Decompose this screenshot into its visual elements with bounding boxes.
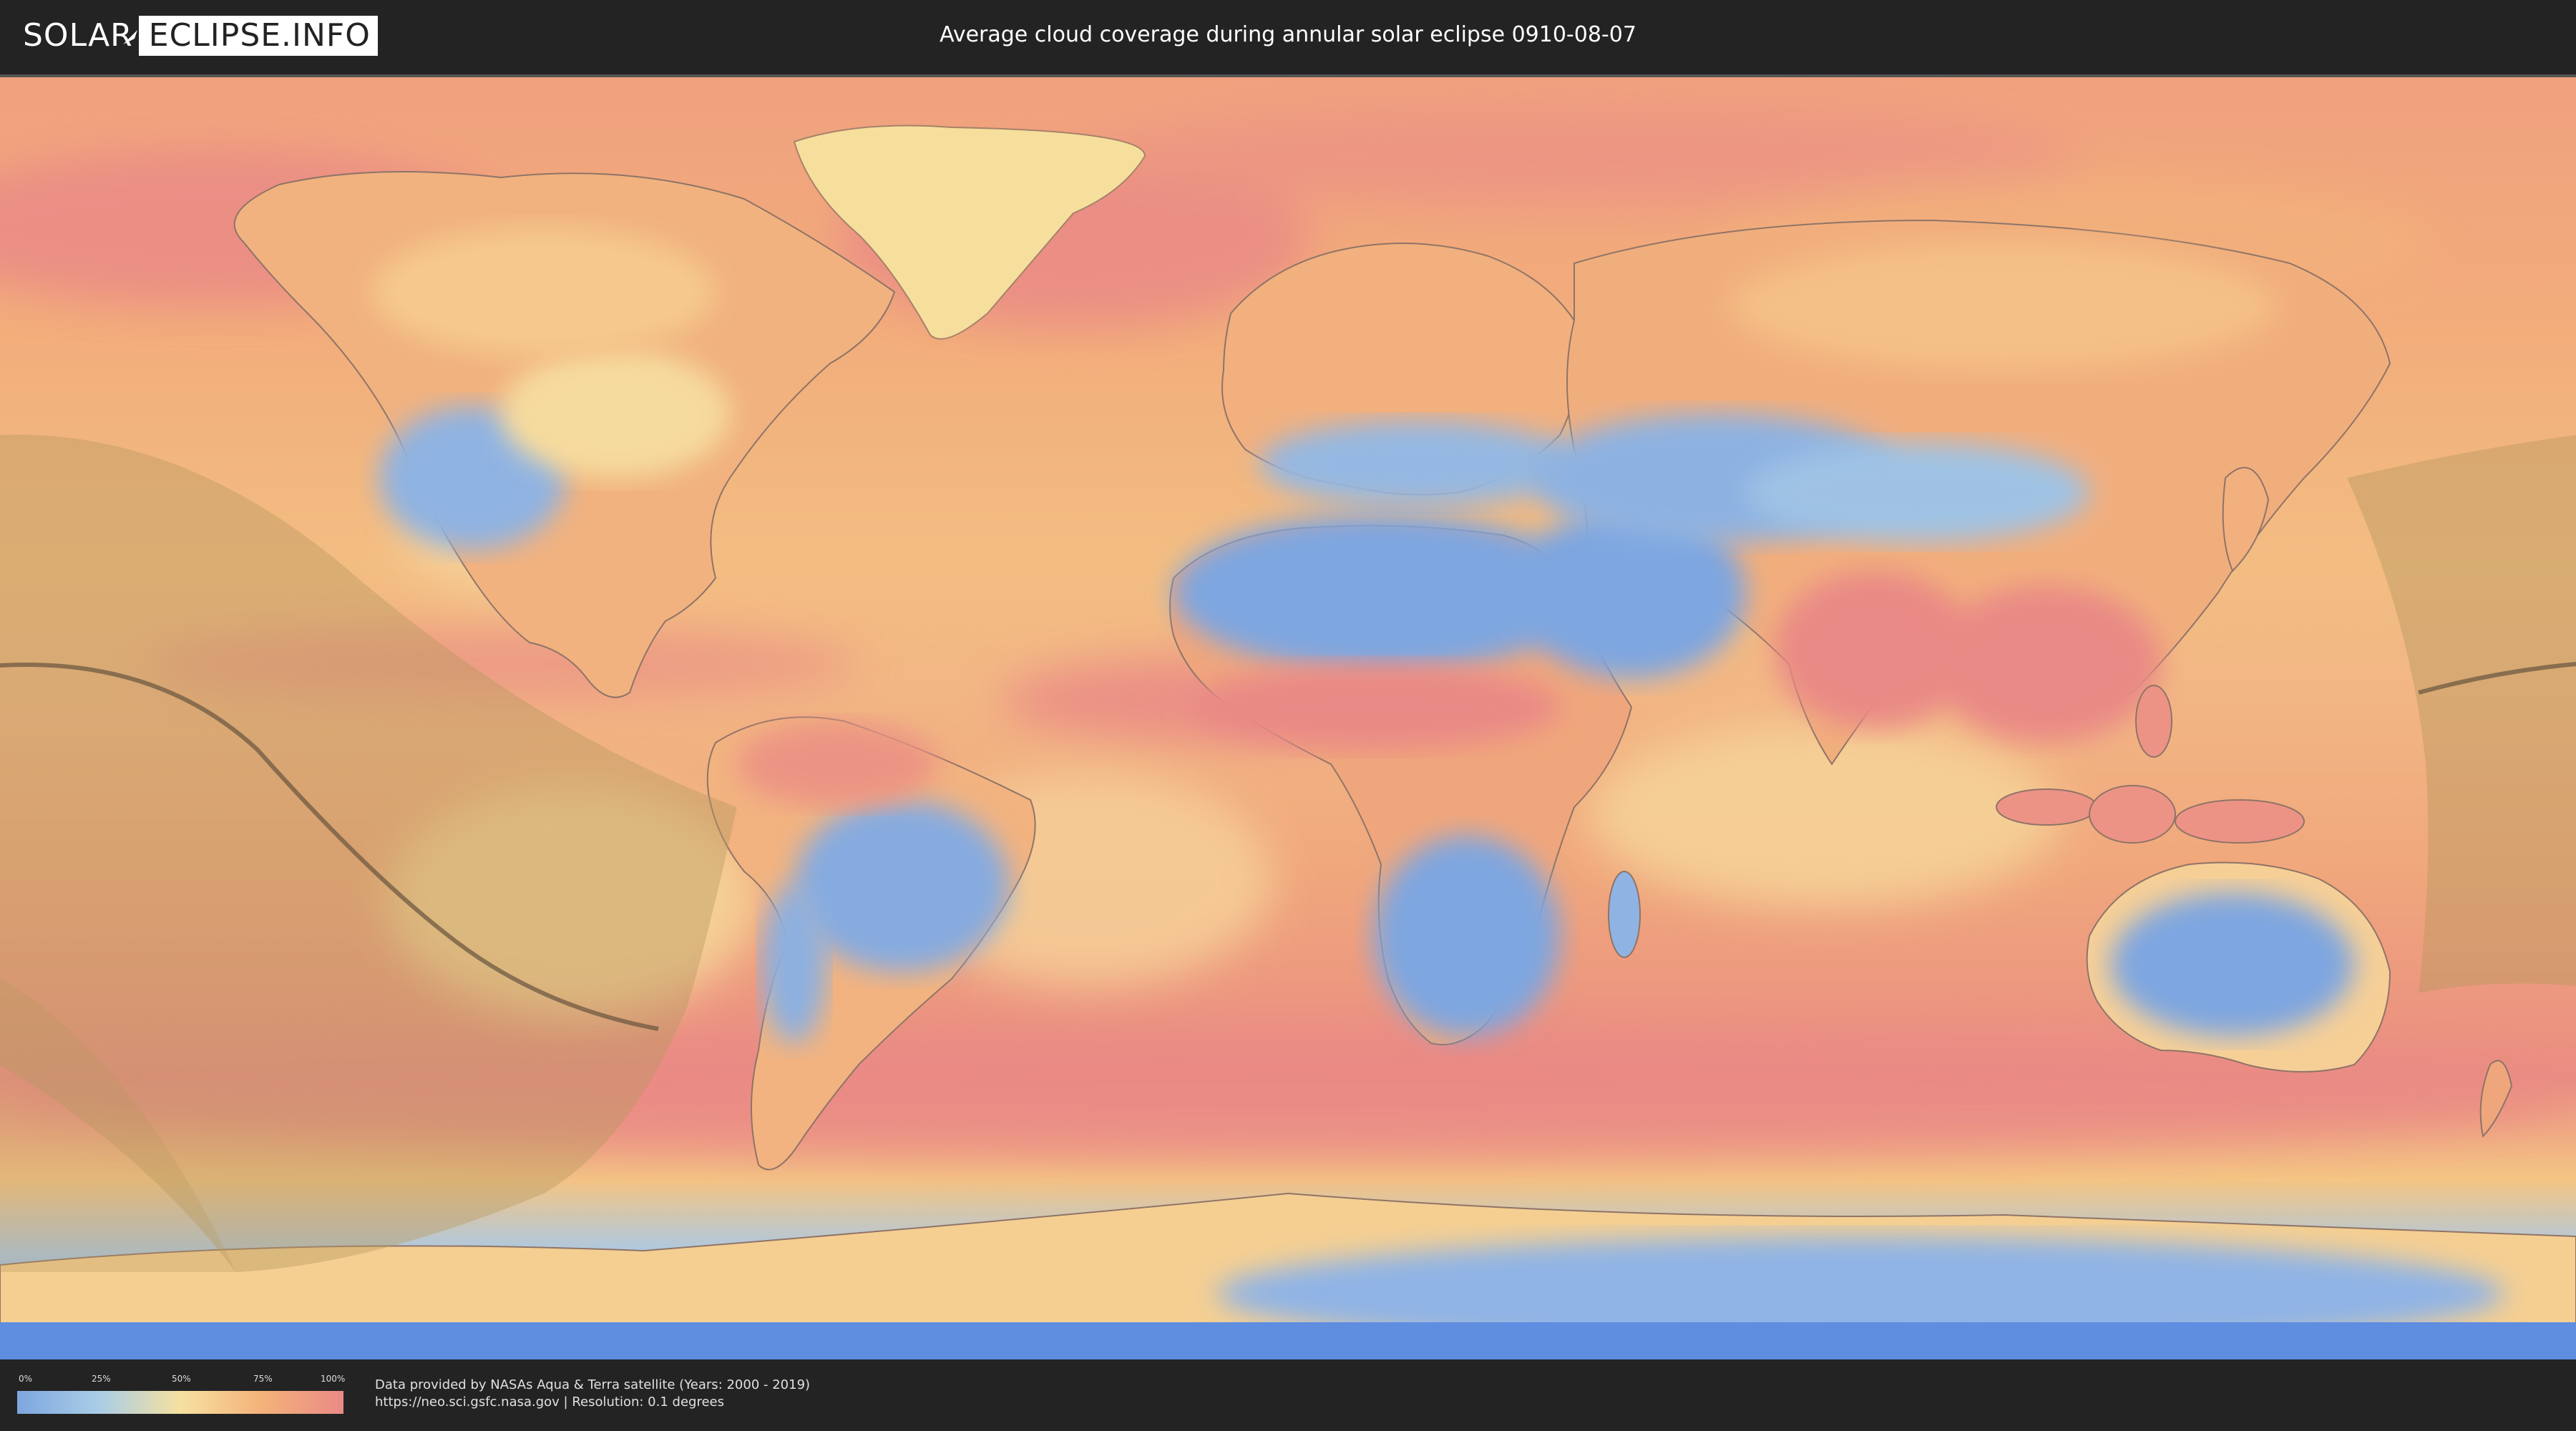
world-map-svg: [0, 77, 2576, 1359]
se-asia-monsoon: [1932, 585, 2161, 743]
cloud-coverage-legend: 0% 25% 50% 75% 100%: [17, 1374, 346, 1418]
mongolia-clear: [1746, 442, 2089, 542]
madagascar: [1608, 871, 1641, 958]
legend-color-bar: [17, 1391, 343, 1414]
andes-dry: [762, 886, 826, 1043]
legend-tick-0: 0%: [19, 1374, 33, 1384]
europe: [1221, 243, 1580, 507]
legend-tick-75: 75%: [253, 1374, 273, 1384]
europe-south-clear: [1259, 421, 1574, 507]
data-credits: Data provided by NASAs Aqua & Terra sate…: [375, 1377, 810, 1411]
antarctic-edge: [0, 1322, 2576, 1359]
north-america-plains: [501, 349, 730, 478]
sahel-clouds: [1188, 664, 1560, 750]
siberia-north: [1732, 242, 2275, 371]
southern-africa-clear: [1374, 836, 1560, 1036]
header-bar: SOLAR ECLIPSE.INFO Average cloud coverag…: [0, 0, 2576, 74]
canada-clouds: [372, 228, 716, 356]
page-title: Average cloud coverage during annular so…: [940, 22, 1636, 47]
australia-clear: [2111, 893, 2354, 1036]
brazil-dry: [794, 800, 1009, 972]
credit-line-source: Data provided by NASAs Aqua & Terra sate…: [375, 1377, 811, 1392]
legend-tick-100: 100%: [321, 1374, 346, 1384]
cloud-coverage-map[interactable]: [0, 74, 2576, 1359]
credit-line-url[interactable]: https://neo.sci.gsfc.nasa.gov | Resoluti…: [375, 1394, 810, 1411]
legend-tick-50: 50%: [172, 1374, 191, 1384]
amazon-clouds: [737, 721, 937, 807]
footer-bar: 0% 25% 50% 75% 100% Data provided by NAS…: [0, 1359, 2576, 1431]
page: SOLAR ECLIPSE.INFO Average cloud coverag…: [0, 0, 2576, 1431]
legend-tick-25: 25%: [92, 1374, 111, 1384]
